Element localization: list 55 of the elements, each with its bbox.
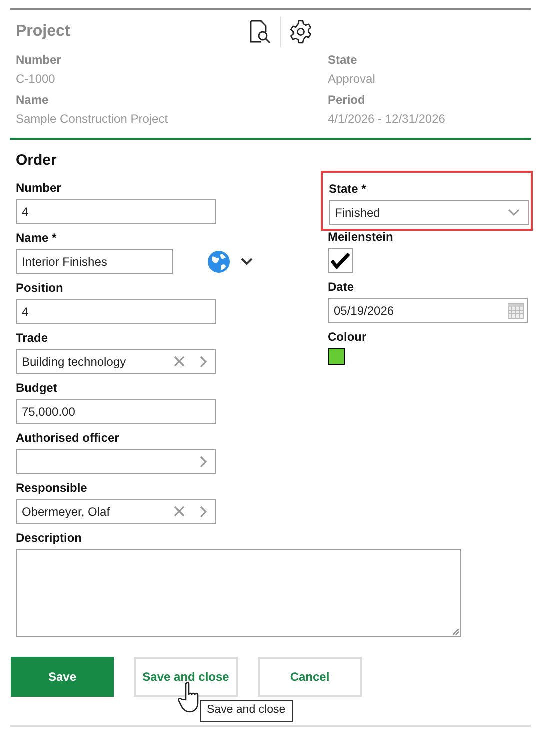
info-label: Number — [16, 52, 62, 69]
info-value: Approval — [328, 71, 376, 88]
info-label: State — [328, 52, 358, 69]
field-label: Authorised officer — [16, 430, 120, 446]
section-title: Order — [16, 151, 58, 171]
checkbox[interactable] — [328, 248, 353, 273]
close-icon[interactable] — [174, 356, 185, 367]
tooltip: Save and close — [200, 700, 293, 722]
field-value: Finished — [335, 204, 380, 222]
field-label: Date — [328, 279, 356, 295]
lookup-field[interactable]: Obermeyer, Olaf — [16, 499, 216, 524]
info-value: Sample Construction Project — [16, 111, 170, 128]
chevron-right-icon[interactable] — [199, 356, 207, 368]
close-icon[interactable] — [174, 506, 185, 517]
resize-handle-icon[interactable] — [453, 629, 459, 635]
field-label: Name * — [16, 230, 58, 246]
chevron-down-icon — [508, 208, 520, 216]
info-value: 4/1/2026 - 12/31/2026 — [328, 111, 446, 128]
field-label: Trade — [16, 330, 50, 346]
field-value: Obermeyer, Olaf — [22, 504, 110, 520]
action-button[interactable]: Save — [11, 657, 114, 697]
field-value: Building technology — [22, 354, 126, 370]
field-label: Description — [16, 530, 84, 546]
lookup-field[interactable]: Building technology — [16, 349, 216, 374]
color-swatch[interactable] — [328, 348, 345, 365]
lookup-field[interactable] — [16, 449, 216, 474]
field-label: Budget — [16, 380, 58, 396]
info-label: Name — [16, 92, 50, 109]
action-button[interactable]: Cancel — [258, 657, 362, 697]
document-search-icon[interactable] — [248, 20, 272, 44]
chevron-right-icon[interactable] — [199, 506, 207, 518]
globe-icon[interactable] — [207, 250, 231, 274]
field-value: 05/19/2026 — [334, 302, 394, 320]
field-label: Colour — [328, 329, 368, 345]
info-value: C-1000 — [16, 71, 56, 88]
field-label: Number — [16, 180, 62, 196]
text-field[interactable]: 4 — [16, 299, 216, 324]
date-field[interactable]: 05/19/2026 — [328, 298, 528, 323]
text-field[interactable]: Interior Finishes — [16, 249, 173, 274]
field-label: State * — [329, 181, 368, 197]
textarea-field[interactable] — [16, 549, 461, 637]
chevron-right-icon[interactable] — [199, 456, 207, 468]
select-field[interactable]: Finished — [329, 200, 529, 225]
checkmark-icon — [331, 252, 350, 268]
info-label: Period — [328, 92, 366, 109]
field-label: Meilenstein — [328, 229, 394, 245]
field-label: Position — [16, 280, 64, 296]
field-label: Responsible — [16, 480, 88, 496]
text-field[interactable]: 75,000.00 — [16, 399, 216, 424]
section-title: Project — [16, 22, 72, 42]
settings-icon[interactable] — [289, 20, 313, 44]
chevron-down-icon[interactable] — [241, 258, 253, 266]
calendar-icon[interactable] — [508, 302, 524, 319]
action-button[interactable]: Save and close — [134, 657, 238, 697]
text-field[interactable]: 4 — [16, 199, 216, 224]
